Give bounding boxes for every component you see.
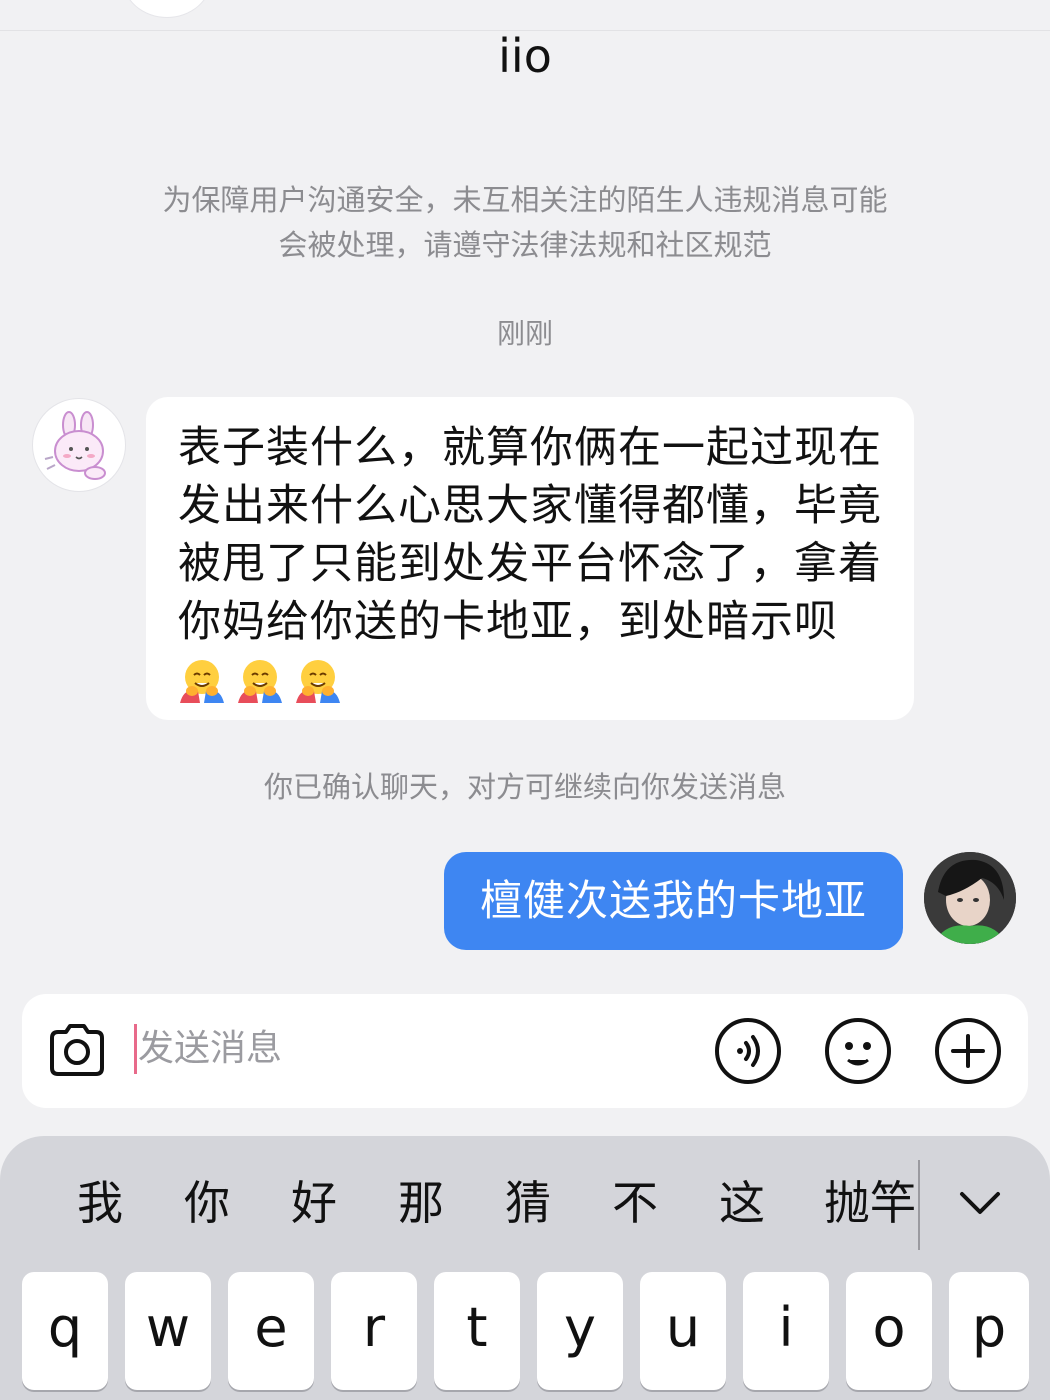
bunny-avatar-icon — [44, 411, 106, 480]
key-r[interactable]: r — [331, 1272, 417, 1390]
incoming-message-text: 表子装什么，就算你俩在一起过现在 发出来什么心思大家懂得都懂，毕竟 被甩了只能到… — [178, 419, 884, 651]
key-y[interactable]: y — [537, 1272, 623, 1390]
voice-icon[interactable] — [713, 1016, 783, 1086]
key-q[interactable]: q — [22, 1272, 108, 1390]
incoming-line-2: 发出来什么心思大家懂得都懂，毕竟 — [178, 481, 882, 531]
key-p[interactable]: p — [949, 1272, 1029, 1390]
candidate-word[interactable]: 猜 — [498, 1168, 558, 1238]
system-message: 你已确认聊天，对方可继续向你发送消息 — [263, 770, 786, 804]
emoji-icon[interactable] — [823, 1016, 893, 1086]
incoming-line-4: 你妈给你送的卡地亚，到处暗示呗 — [178, 597, 838, 647]
hugging-face-emoji-icon — [238, 660, 282, 703]
key-t[interactable]: t — [434, 1272, 520, 1390]
candidate-word[interactable]: 那 — [391, 1168, 451, 1238]
candidate-word[interactable]: 你 — [177, 1168, 237, 1238]
emoji-row — [178, 657, 884, 705]
candidate-word[interactable]: 这 — [712, 1168, 772, 1238]
chevron-down-icon[interactable] — [950, 1176, 1010, 1232]
user-photo-icon — [924, 852, 1016, 944]
key-w[interactable]: w — [125, 1272, 211, 1390]
contact-avatar[interactable] — [32, 398, 126, 492]
plus-icon[interactable] — [933, 1016, 1003, 1086]
outgoing-message-bubble[interactable]: 檀健次送我的卡地亚 — [444, 852, 903, 950]
key-o[interactable]: o — [846, 1272, 932, 1390]
candidate-word[interactable]: 好 — [284, 1168, 344, 1238]
safety-notice-line-1: 为保障用户沟通安全，未互相关注的陌生人违规消息可能 — [162, 183, 888, 217]
message-timestamp: 刚刚 — [496, 317, 553, 350]
key-i[interactable]: i — [743, 1272, 829, 1390]
candidate-word[interactable]: 我 — [70, 1168, 130, 1238]
camera-icon[interactable] — [42, 1016, 112, 1086]
incoming-message-bubble[interactable]: 表子装什么，就算你俩在一起过现在 发出来什么心思大家懂得都懂，毕竟 被甩了只能到… — [146, 397, 914, 720]
text-caret — [134, 1024, 137, 1074]
key-e[interactable]: e — [228, 1272, 314, 1390]
safety-notice: 为保障用户沟通安全，未互相关注的陌生人违规消息可能 会被处理，请遵守法律法规和社… — [120, 178, 930, 268]
key-u[interactable]: u — [640, 1272, 726, 1390]
incoming-line-1: 表子装什么，就算你俩在一起过现在 — [178, 423, 882, 473]
safety-notice-line-2: 会被处理，请遵守法律法规和社区规范 — [278, 228, 772, 262]
message-input[interactable]: 发送消息 — [138, 1024, 282, 1074]
candidate-divider — [918, 1160, 920, 1250]
top-avatar — [122, 0, 212, 18]
hugging-face-emoji-icon — [296, 660, 340, 703]
message-input-bar: 发送消息 — [22, 994, 1028, 1108]
candidate-word[interactable]: 抛竿 — [820, 1168, 920, 1238]
hugging-face-emoji-icon — [180, 660, 224, 703]
incoming-line-3: 被甩了只能到处发平台怀念了，拿着 — [178, 539, 882, 589]
self-avatar[interactable] — [924, 852, 1016, 944]
candidate-word[interactable]: 不 — [605, 1168, 665, 1238]
chat-title: iio — [498, 29, 552, 83]
